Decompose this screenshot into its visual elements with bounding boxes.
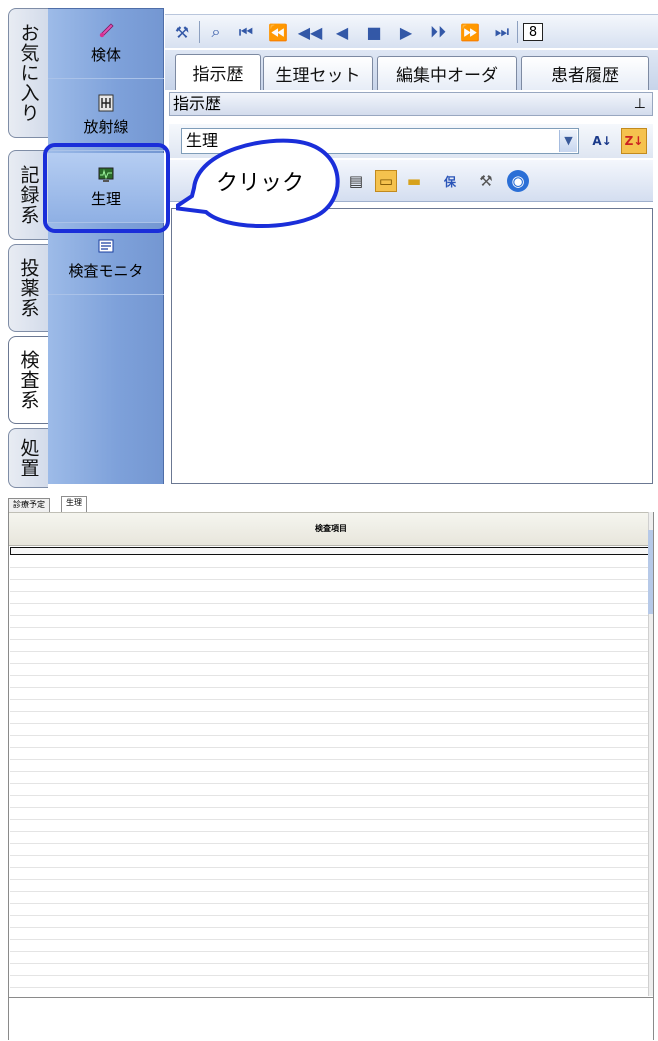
step-forward-icon[interactable]: ⏵⏵ xyxy=(427,21,449,43)
sort-descending-icon[interactable]: Z↓ xyxy=(621,128,647,154)
nav-pane: 検体 放射線 生理 検査モニタ xyxy=(48,8,164,484)
top-toolbar: ⚒ ⌕ ⏮ ⏪ ◀◀ ◀ ■ ▶ ⏵⏵ ⏩ ⏭ 8 xyxy=(165,14,658,48)
tab-schedule[interactable]: 診療予定 xyxy=(8,498,50,512)
tab-label: 指示歴 xyxy=(192,65,244,85)
tab-label: 生理セット xyxy=(275,66,361,86)
pin-icon[interactable]: ⊥ xyxy=(634,93,646,115)
tools-icon[interactable]: ⚒ xyxy=(475,170,497,192)
tab-editing-orders[interactable]: 編集中オーダ xyxy=(377,56,517,90)
search-icon[interactable]: ⌕ xyxy=(205,21,227,43)
radiation-icon xyxy=(98,94,114,112)
tab-label: 生理 xyxy=(66,498,82,507)
test-tube-icon xyxy=(99,23,114,38)
vertical-tab-strip: お気に入り 記録系 投薬系 検査系 処置 xyxy=(8,8,48,488)
tab-physiology-set[interactable]: 生理セット xyxy=(263,56,373,90)
highlight-box xyxy=(43,143,170,233)
panel-title-text: 指示歴 xyxy=(173,94,222,113)
selected-row[interactable] xyxy=(10,547,652,555)
tab-physiology[interactable]: 生理 xyxy=(61,496,87,512)
tools-icon[interactable]: ⚒ xyxy=(171,21,193,43)
toolbar-separator xyxy=(199,21,200,43)
save-icon[interactable]: 保 xyxy=(439,170,461,192)
vtab-records[interactable]: 記録系 xyxy=(8,150,48,240)
tab-label: 編集中オーダ xyxy=(396,66,498,86)
panel-title: 指示歴 ⊥ xyxy=(169,92,653,116)
nav-item-label: 検査モニタ xyxy=(68,262,144,280)
vtab-favorites[interactable]: お気に入り xyxy=(8,8,48,138)
fast-back-icon[interactable]: ⏪ xyxy=(267,21,289,43)
nav-item-specimen[interactable]: 検体 xyxy=(48,9,164,79)
nav-item-radiology[interactable]: 放射線 xyxy=(48,81,164,151)
toolbar-separator xyxy=(517,21,518,43)
globe-icon[interactable]: ◉ xyxy=(507,170,529,192)
document-icon[interactable]: ▤ xyxy=(345,170,367,192)
vtab-label: 検査系 xyxy=(17,350,40,410)
vtab-exams[interactable]: 検査系 xyxy=(8,336,48,424)
vtab-label: 処置 xyxy=(17,438,40,478)
tab-label: 診療予定 xyxy=(13,500,45,509)
fast-forward-icon[interactable]: ⏩ xyxy=(459,21,481,43)
nav-item-label: 検体 xyxy=(90,46,121,64)
column-header-exam-items[interactable]: 検査項目 xyxy=(9,512,653,546)
tab-label: 患者履歴 xyxy=(551,66,619,86)
vtab-medication[interactable]: 投薬系 xyxy=(8,244,48,332)
stop-icon[interactable]: ■ xyxy=(363,21,385,43)
click-callout: クリック xyxy=(168,130,348,232)
sort-ascending-icon[interactable]: A↓ xyxy=(589,128,615,154)
back-icon[interactable]: ◀ xyxy=(331,21,353,43)
top-screenshot: お気に入り 記録系 投薬系 検査系 処置 検体 放射線 生理 検査モニタ ⚒ ⌕… xyxy=(0,0,658,488)
step-back-icon[interactable]: ◀◀ xyxy=(298,21,323,43)
play-icon[interactable]: ▶ xyxy=(395,21,417,43)
vtab-label: 記録系 xyxy=(17,165,40,225)
exam-grid-frame: 検査項目 xyxy=(8,512,654,1040)
scrollbar-thumb[interactable] xyxy=(648,530,653,614)
main-tabs: 指示歴 生理セット 編集中オーダ 患者履歴 xyxy=(165,50,658,90)
detail-pane xyxy=(9,997,653,1040)
first-record-icon[interactable]: ⏮ xyxy=(235,21,257,43)
tab-patient-history[interactable]: 患者履歴 xyxy=(521,56,649,90)
vtab-treatment[interactable]: 処置 xyxy=(8,428,48,488)
nav-item-exam-monitor[interactable]: 検査モニタ xyxy=(48,225,164,295)
bottom-screenshot: 診療予定 生理 検査項目 xyxy=(0,490,658,1041)
chevron-down-icon[interactable]: ▼ xyxy=(559,130,577,152)
exam-item-rows[interactable] xyxy=(10,556,652,992)
nav-item-label: 放射線 xyxy=(83,118,129,136)
tab-order-history[interactable]: 指示歴 xyxy=(175,54,261,90)
last-record-icon[interactable]: ⏭ xyxy=(491,21,513,43)
content-area: ⚒ ⌕ ⏮ ⏪ ◀◀ ◀ ■ ▶ ⏵⏵ ⏩ ⏭ 8 指示歴 生理セット 編集中オ… xyxy=(165,0,658,484)
monitor-list-icon xyxy=(98,239,114,253)
vtab-label: 投薬系 xyxy=(17,258,40,318)
page-number-box[interactable]: 8 xyxy=(523,23,543,41)
open-folder-icon[interactable]: ▭ xyxy=(375,170,397,192)
folder-icon[interactable]: ▬ xyxy=(403,170,425,192)
vtab-label: お気に入り xyxy=(17,23,40,123)
callout-text: クリック xyxy=(216,171,305,196)
vertical-scrollbar[interactable] xyxy=(648,512,653,996)
order-history-list[interactable] xyxy=(171,208,653,484)
